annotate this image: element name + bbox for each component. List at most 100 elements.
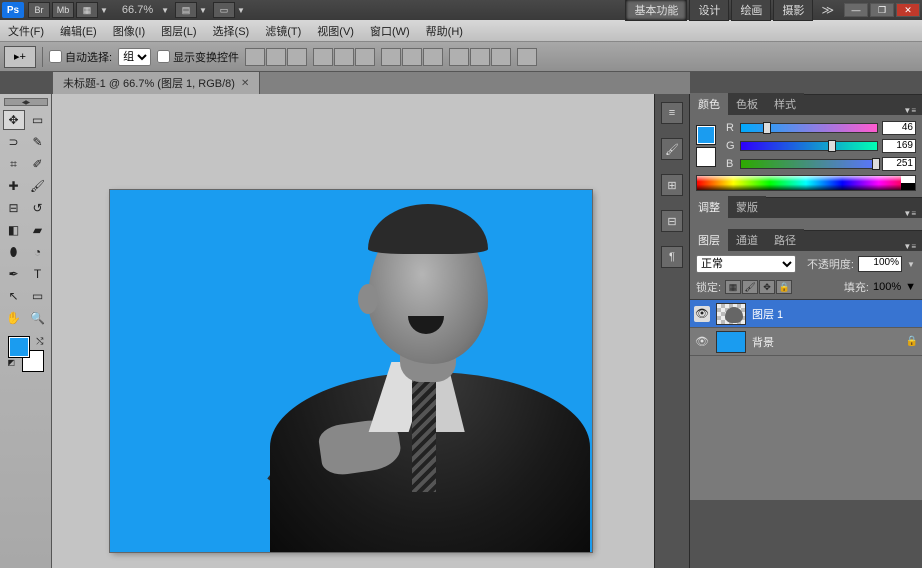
marquee-tool[interactable]: ▭ xyxy=(27,110,49,130)
viewmode-button[interactable]: ▦ xyxy=(76,2,98,18)
dist-left-icon[interactable] xyxy=(449,48,469,66)
lock-transparent-icon[interactable]: ▦ xyxy=(725,280,741,294)
dist-top-icon[interactable] xyxy=(381,48,401,66)
arrange-dd[interactable]: ▼ xyxy=(199,6,207,15)
r-slider[interactable] xyxy=(740,123,878,133)
move-tool[interactable]: ✥ xyxy=(3,110,25,130)
eraser-tool[interactable]: ◧ xyxy=(3,220,25,240)
menu-select[interactable]: 选择(S) xyxy=(205,23,258,39)
history-brush-tool[interactable]: ↺ xyxy=(27,198,49,218)
eyedropper-tool[interactable]: ✐ xyxy=(27,154,49,174)
menu-filter[interactable]: 滤镜(T) xyxy=(257,23,309,39)
layer-name[interactable]: 图层 1 xyxy=(752,306,918,322)
auto-align-icon[interactable] xyxy=(517,48,537,66)
zoom-dd[interactable]: ▼ xyxy=(161,6,169,15)
menu-file[interactable]: 文件(F) xyxy=(0,23,52,39)
layer-name[interactable]: 背景 xyxy=(752,334,900,350)
tab-paths[interactable]: 路径 xyxy=(766,229,804,251)
align-bottom-icon[interactable] xyxy=(287,48,307,66)
layer-visibility-icon[interactable]: 👁 xyxy=(694,306,710,322)
tab-styles[interactable]: 样式 xyxy=(766,93,804,115)
canvas[interactable]: X 网 system.com xyxy=(110,190,592,552)
workspace-design[interactable]: 设计 xyxy=(689,0,729,21)
viewmode-dd[interactable]: ▼ xyxy=(100,6,108,15)
heal-tool[interactable]: ✚ xyxy=(3,176,25,196)
align-left-icon[interactable] xyxy=(313,48,333,66)
layer-thumbnail[interactable] xyxy=(716,303,746,325)
tab-adjustments[interactable]: 调整 xyxy=(690,196,728,218)
align-vcenter-icon[interactable] xyxy=(266,48,286,66)
adjust-panel-menu-icon[interactable]: ▼≡ xyxy=(897,209,922,218)
menu-help[interactable]: 帮助(H) xyxy=(418,23,471,39)
path-tool[interactable]: ↖ xyxy=(3,286,25,306)
crop-tool[interactable]: ⌗ xyxy=(3,154,25,174)
document-tab-close-icon[interactable]: ✕ xyxy=(241,78,249,89)
layer-row-bg[interactable]: 👁 背景 🔒 xyxy=(690,328,922,356)
r-value-input[interactable]: 46 xyxy=(882,121,916,135)
stamp-tool[interactable]: ⊟ xyxy=(3,198,25,218)
dist-hcenter-icon[interactable] xyxy=(470,48,490,66)
tab-color[interactable]: 颜色 xyxy=(690,93,728,115)
hand-tool[interactable]: ✋ xyxy=(3,308,25,328)
b-slider[interactable] xyxy=(740,159,878,169)
type-tool[interactable]: T xyxy=(27,264,49,284)
minibridge-button[interactable]: Mb xyxy=(52,2,74,18)
screenmode-button[interactable]: ▭ xyxy=(213,2,235,18)
tab-swatches[interactable]: 色板 xyxy=(728,93,766,115)
auto-select-target-dropdown[interactable]: 组 xyxy=(118,48,151,66)
lock-pixels-icon[interactable]: 🖌 xyxy=(742,280,758,294)
panel-bg-swatch[interactable] xyxy=(696,147,716,167)
panel-fg-swatch[interactable] xyxy=(696,125,716,145)
show-transform-checkbox[interactable]: 显示变换控件 xyxy=(157,49,239,65)
workspace-paint[interactable]: 绘画 xyxy=(731,0,771,21)
window-close-button[interactable]: ✕ xyxy=(896,3,920,17)
blur-tool[interactable]: ⬮ xyxy=(3,242,25,262)
canvas-area[interactable]: X 网 system.com xyxy=(52,94,654,568)
toolbox-collapse-handle[interactable] xyxy=(4,98,48,106)
quickselect-tool[interactable]: ✎ xyxy=(27,132,49,152)
layer-row-1[interactable]: 👁 图层 1 xyxy=(690,300,922,328)
zoom-display[interactable]: 66.7% xyxy=(122,4,153,16)
dodge-tool[interactable]: ◔ xyxy=(27,242,49,262)
b-value-input[interactable]: 251 xyxy=(882,157,916,171)
tab-layers[interactable]: 图层 xyxy=(690,229,728,251)
dock-clone-icon[interactable]: ⊟ xyxy=(661,210,683,232)
lock-position-icon[interactable]: ✥ xyxy=(759,280,775,294)
align-top-icon[interactable] xyxy=(245,48,265,66)
menu-image[interactable]: 图像(I) xyxy=(105,23,153,39)
dock-char-icon[interactable]: ¶ xyxy=(661,246,683,268)
workspace-more-icon[interactable]: ≫ xyxy=(821,3,834,17)
menu-layer[interactable]: 图层(L) xyxy=(153,23,204,39)
menu-edit[interactable]: 编辑(E) xyxy=(52,23,105,39)
dock-history-icon[interactable]: ≡ xyxy=(661,102,683,124)
dist-vcenter-icon[interactable] xyxy=(402,48,422,66)
lasso-tool[interactable]: ⊃ xyxy=(3,132,25,152)
tab-masks[interactable]: 蒙版 xyxy=(728,196,766,218)
fill-dd-icon[interactable]: ▼ xyxy=(905,281,916,293)
pen-tool[interactable]: ✒ xyxy=(3,264,25,284)
menu-view[interactable]: 视图(V) xyxy=(309,23,362,39)
align-hcenter-icon[interactable] xyxy=(334,48,354,66)
fill-input[interactable]: 100% xyxy=(873,281,901,293)
gradient-tool[interactable]: ▰ xyxy=(27,220,49,240)
screenmode-dd[interactable]: ▼ xyxy=(237,6,245,15)
swap-colors-icon[interactable]: ⤭ xyxy=(36,336,43,347)
zoom-tool[interactable]: 🔍 xyxy=(27,308,49,328)
layers-panel-menu-icon[interactable]: ▼≡ xyxy=(897,242,922,251)
dock-brushpresets-icon[interactable]: ⊞ xyxy=(661,174,683,196)
dist-bottom-icon[interactable] xyxy=(423,48,443,66)
window-minimize-button[interactable]: — xyxy=(844,3,868,17)
default-colors-icon[interactable]: ◩ xyxy=(8,358,16,367)
dock-brushes-icon[interactable]: 🖌 xyxy=(661,138,683,160)
document-tab[interactable]: 未标题-1 @ 66.7% (图层 1, RGB/8) ✕ xyxy=(52,71,260,94)
workspace-basic[interactable]: 基本功能 xyxy=(625,0,687,21)
workspace-photo[interactable]: 摄影 xyxy=(773,0,813,21)
layer-thumbnail[interactable] xyxy=(716,331,746,353)
window-maximize-button[interactable]: ❐ xyxy=(870,3,894,17)
dist-right-icon[interactable] xyxy=(491,48,511,66)
current-tool-indicator[interactable]: ▸+ xyxy=(4,46,36,68)
brush-tool[interactable]: 🖌 xyxy=(27,176,49,196)
g-value-input[interactable]: 169 xyxy=(882,139,916,153)
blend-mode-dropdown[interactable]: 正常 xyxy=(696,255,796,273)
align-right-icon[interactable] xyxy=(355,48,375,66)
